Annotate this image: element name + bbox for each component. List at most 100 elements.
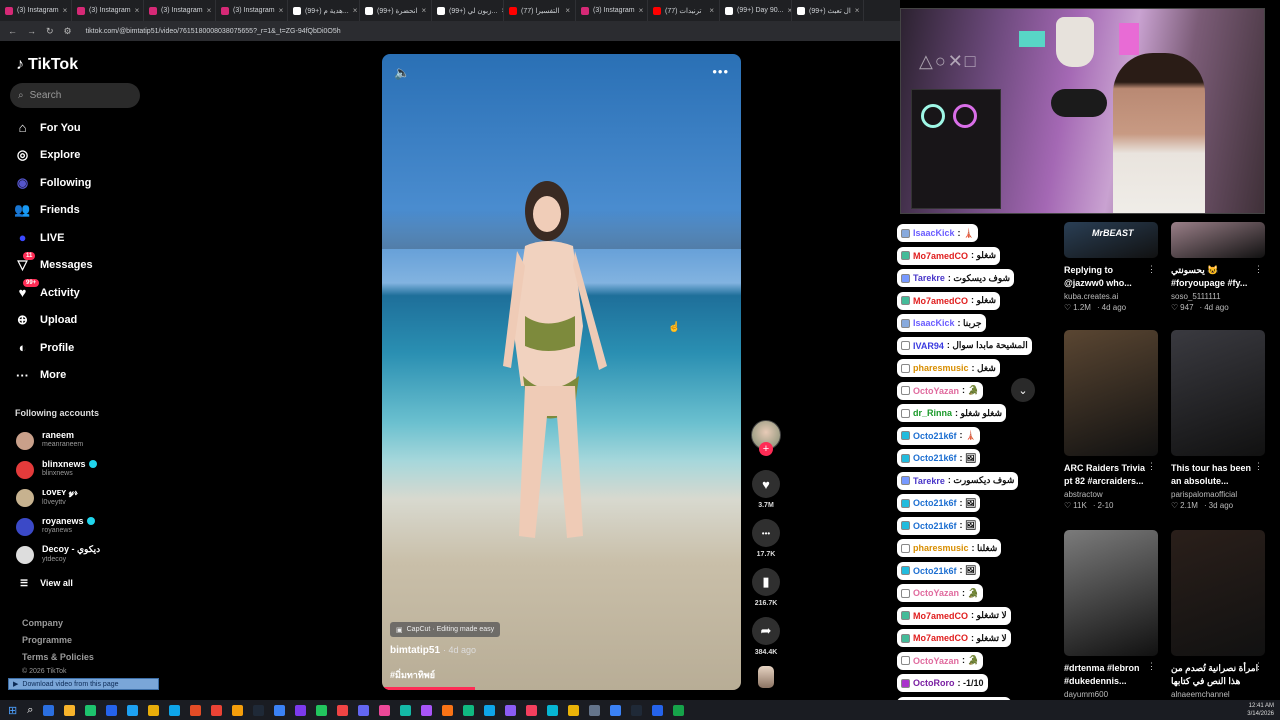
- account-name[interactable]: ʟᴏᴠᴇʏ 𝓎𝓇: [42, 487, 78, 498]
- sidebar-item-profile[interactable]: ◐ Profile: [14, 339, 75, 356]
- kebab-menu-icon[interactable]: ⋮: [1147, 661, 1156, 672]
- taskbar-app-icon[interactable]: [274, 704, 286, 716]
- recommended-video-card[interactable]: يحسونتي 😺 #foryoupage #fy... ⋮ soso_5111111…: [1171, 222, 1265, 312]
- close-icon[interactable]: ×: [855, 6, 860, 15]
- browser-tab[interactable]: (99+) زبون لي...×: [432, 0, 504, 21]
- taskbar-app-icon[interactable]: [421, 704, 433, 716]
- taskbar-app-icon[interactable]: [673, 704, 685, 716]
- video-author[interactable]: kuba.creates.ai: [1064, 292, 1158, 301]
- taskbar-app-icon[interactable]: [484, 704, 496, 716]
- taskbar-app-icon[interactable]: [652, 704, 664, 716]
- view-all-button[interactable]: ☰ View all: [20, 578, 73, 589]
- video-caption-line2[interactable]: an absolute...: [1171, 475, 1265, 488]
- taskbar-app-icon[interactable]: [43, 704, 55, 716]
- site-info-icon[interactable]: ⚙: [64, 26, 72, 37]
- taskbar-app-icon[interactable]: [526, 704, 538, 716]
- taskbar-app-icon[interactable]: [169, 704, 181, 716]
- browser-tab[interactable]: (3) Instagram ×: [216, 0, 288, 21]
- search-taskbar-icon[interactable]: ⌕: [27, 704, 33, 717]
- taskbar-app-icon[interactable]: [337, 704, 349, 716]
- browser-tab[interactable]: (3) Instagram ×: [0, 0, 72, 21]
- taskbar-app-icon[interactable]: [358, 704, 370, 716]
- close-icon[interactable]: ×: [353, 6, 358, 15]
- close-icon[interactable]: ×: [207, 6, 212, 15]
- close-icon[interactable]: ×: [135, 6, 140, 15]
- video-caption-line2[interactable]: هذا النص في كتابها: [1171, 675, 1265, 688]
- comment-icon[interactable]: •••: [752, 519, 780, 547]
- video-caption-line2[interactable]: #foryoupage #fy...: [1171, 277, 1265, 290]
- avatar[interactable]: [16, 489, 34, 507]
- taskbar-app-icon[interactable]: [127, 704, 139, 716]
- sidebar-item-explore[interactable]: ◎ Explore: [14, 147, 81, 164]
- forward-icon[interactable]: →: [27, 26, 36, 36]
- following-account[interactable]: ʟᴏᴠᴇʏ 𝓎𝓇 l0veyttv: [16, 487, 78, 507]
- back-icon[interactable]: ←: [8, 26, 17, 36]
- recommended-video-card[interactable]: This tour has been an absolute... ⋮ parispa…: [1171, 330, 1265, 510]
- avatar[interactable]: [16, 460, 34, 479]
- sidebar-item-upload[interactable]: ⊕ Upload: [14, 312, 77, 329]
- close-icon[interactable]: ×: [422, 6, 427, 15]
- share-icon[interactable]: ➦: [752, 617, 780, 645]
- close-icon[interactable]: ×: [63, 6, 68, 15]
- capcut-anchor[interactable]: ▣ CapCut · Editing made easy: [390, 622, 501, 637]
- sidebar-item-messages[interactable]: ▽ 11 Messages: [14, 251, 93, 274]
- heart-icon[interactable]: ♥: [752, 470, 780, 498]
- windows-start-icon[interactable]: ⊞: [8, 704, 17, 717]
- browser-tab[interactable]: (99+) انحضرة ×: [360, 0, 432, 21]
- close-icon[interactable]: ×: [565, 6, 570, 15]
- taskbar-app-icon[interactable]: [232, 704, 244, 716]
- taskbar-app-icon[interactable]: [631, 704, 643, 716]
- video-thumbnail[interactable]: [1171, 222, 1265, 258]
- scroll-down-button[interactable]: ⌄: [1011, 378, 1035, 402]
- video-author[interactable]: bimtatip51 · 4d ago: [390, 645, 476, 656]
- sound-disc[interactable]: [751, 666, 781, 688]
- bookmark-icon[interactable]: ▮: [752, 568, 780, 596]
- taskbar-app-icon[interactable]: [610, 704, 622, 716]
- taskbar-app-icon[interactable]: [295, 704, 307, 716]
- footer-link-terms[interactable]: Terms & Policies: [22, 652, 94, 662]
- sidebar-item-friends[interactable]: 👥 Friends: [14, 202, 79, 219]
- taskbar-app-icon[interactable]: [568, 704, 580, 716]
- video-caption-line2[interactable]: pt 82 #arcraiders...: [1064, 475, 1158, 488]
- following-account[interactable]: royanews royanews: [16, 516, 95, 536]
- taskbar-app-icon[interactable]: [379, 704, 391, 716]
- account-name[interactable]: raneem: [42, 430, 83, 440]
- video-author[interactable]: alnaeemchannel: [1171, 690, 1265, 699]
- kebab-menu-icon[interactable]: ⋮: [1147, 264, 1156, 275]
- recommended-video-card[interactable]: MrBEAST Replying to @jazww0 who... ⋮ kuba.cr…: [1064, 222, 1158, 312]
- save-button[interactable]: ▮ 216.7K: [751, 568, 781, 607]
- avatar[interactable]: [16, 517, 34, 536]
- video-caption[interactable]: امرأة نصرانية تُصدم من: [1171, 662, 1265, 675]
- taskbar-app-icon[interactable]: [547, 704, 559, 716]
- following-account[interactable]: blinxnews blinxnews: [16, 459, 97, 479]
- video-caption-line2[interactable]: @jazww0 who...: [1064, 277, 1158, 290]
- like-button[interactable]: ♥ 3.7M: [751, 470, 781, 509]
- close-icon[interactable]: ×: [279, 6, 284, 15]
- video-thumbnail[interactable]: [1064, 330, 1158, 456]
- url-text[interactable]: tiktok.com/@bimtatip51/video/76151800080…: [86, 28, 341, 35]
- following-account[interactable]: Decoy - ديكوي ytdecoy: [16, 544, 100, 564]
- taskbar-app-icon[interactable]: [589, 704, 601, 716]
- account-name[interactable]: royanews: [42, 516, 95, 526]
- tiktok-logo[interactable]: ♪ TikTok: [16, 56, 78, 74]
- account-name[interactable]: blinxnews: [42, 459, 97, 469]
- video-caption[interactable]: Replying to: [1064, 264, 1158, 277]
- footer-link-programme[interactable]: Programme: [22, 635, 72, 645]
- video-player[interactable]: 🔈 ••• ▣ CapCut · Editing made easy bimta…: [382, 54, 741, 690]
- volume-icon[interactable]: 🔈: [394, 65, 410, 81]
- video-hashtag[interactable]: #มิ่มทาทิพย์: [390, 668, 435, 682]
- video-progress-bar[interactable]: [382, 687, 476, 690]
- browser-tab[interactable]: (77) ترنيدات ×: [648, 0, 720, 21]
- video-author[interactable]: parispalomaofficial: [1171, 490, 1265, 499]
- browser-tab[interactable]: (3) Instagram ×: [576, 0, 648, 21]
- video-author[interactable]: abstractow: [1064, 490, 1158, 499]
- video-thumbnail[interactable]: [1171, 330, 1265, 456]
- browser-tab[interactable]: (99+) ال تعبث ×: [792, 0, 864, 21]
- browser-tab[interactable]: (3) Instagram ×: [144, 0, 216, 21]
- taskbar-app-icon[interactable]: [442, 704, 454, 716]
- video-thumbnail[interactable]: MrBEAST: [1064, 222, 1158, 258]
- kebab-menu-icon[interactable]: ⋮: [1254, 461, 1263, 472]
- video-caption-line2[interactable]: #dukedennis...: [1064, 675, 1158, 688]
- recommended-video-card[interactable]: امرأة نصرانية تُصدم من هذا النص في كتابها…: [1171, 530, 1265, 699]
- sidebar-item-live[interactable]: ● LIVE: [14, 229, 65, 246]
